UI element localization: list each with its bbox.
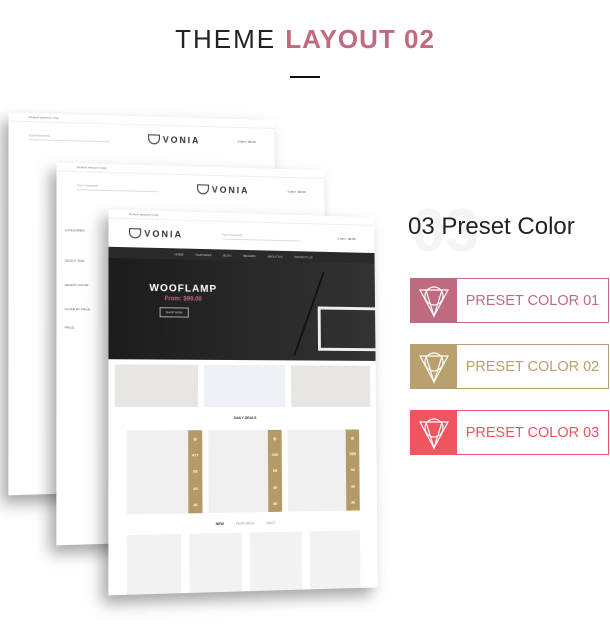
countdown: ◎ 477 08 49 36 [188,430,202,513]
tab-sale: SALE [266,521,275,525]
product-card [189,533,242,595]
search-input: Type Keywords [77,183,158,192]
search-input: Type Keywords [222,232,300,241]
preset-label: PRESET COLOR 01 [457,279,608,322]
product-image [127,430,188,514]
nav-item: CONTACT US [294,255,313,259]
tab-new: NEW [216,522,224,526]
search-input: Type Keywords [29,133,110,142]
product-image [208,430,268,513]
product-image [287,430,346,512]
nav-item: BLOG [223,253,231,257]
cart: 0 Item - $0.00 [338,237,356,241]
logo: VONIA [197,184,249,195]
preset-label: PRESET COLOR 03 [457,411,608,454]
banner-price: From: $99.00 [165,296,202,303]
brand: VONIA [212,185,250,196]
deal-card: ◎ 385 08 49 36 [287,429,359,511]
desk-image [318,307,376,352]
countdown: ◎ 385 08 49 36 [346,429,360,510]
brand: VONIA [144,229,183,240]
sidebar-heading: SELECT SIZE [65,258,110,265]
nav-item: BRANDS [243,253,255,257]
page-title: THEME LAYOUT 02 [0,24,610,55]
brand: VONIA [163,135,201,146]
logo: VONIA [129,228,183,239]
vonia-logo-icon [411,345,457,388]
preset-heading: 03 Preset Color [408,213,575,241]
preset-color-01: PRESET COLOR 01 [410,278,609,323]
deal-card: ◎ 435 08 49 36 [208,430,282,513]
cart: 0 Item - $0.00 [238,140,256,144]
logo-icon [129,228,141,238]
product-card [127,534,181,595]
mockup-page-front: Default welcome msg! VONIA Type Keywords… [108,210,377,596]
vonia-logo-icon [411,411,457,454]
cart: 0 Item - $0.00 [288,190,306,194]
title-accent: LAYOUT 02 [285,24,435,54]
nav-item: FEATURES [196,252,212,256]
nav-item: ABOUT US [267,254,282,258]
nav-item: HOME [175,252,184,256]
logo-icon [148,134,160,144]
preset-color-02: PRESET COLOR 02 [410,344,609,389]
category-image [115,364,198,407]
category-image [204,365,285,407]
tab-featured: FEATURED [236,521,255,525]
sidebar-heading: CATEGORIES [65,227,110,234]
product-card [309,530,360,591]
category-image [291,365,370,407]
logo-icon [197,184,209,194]
product-card [250,531,302,593]
banner-headline: WOOFLAMP [149,283,217,295]
title-divider [290,76,320,78]
deals-row: ◎ 477 08 49 36 ◎ 435 08 49 36 ◎ 385 08 49 36 [108,424,377,521]
vonia-logo-icon [411,279,457,322]
deal-card: ◎ 477 08 49 36 [127,430,202,514]
category-images [108,359,376,412]
hero-banner: WOOFLAMP From: $99.00 SHOP NOW [108,258,375,361]
deals-title: DAILY DEALS [108,416,376,421]
title-main: THEME [175,24,276,54]
sidebar-heading: FILTER BY PRICE [65,306,110,312]
product-grid [108,526,377,595]
logo: VONIA [148,134,200,145]
preset-color-03: PRESET COLOR 03 [410,410,609,455]
sidebar-heading: SELECT COLOR [65,282,110,289]
countdown: ◎ 435 08 49 36 [268,430,282,512]
shop-now-button: SHOP NOW [160,307,189,317]
preset-label: PRESET COLOR 02 [457,345,608,388]
sidebar-heading: PRICE [65,324,110,330]
